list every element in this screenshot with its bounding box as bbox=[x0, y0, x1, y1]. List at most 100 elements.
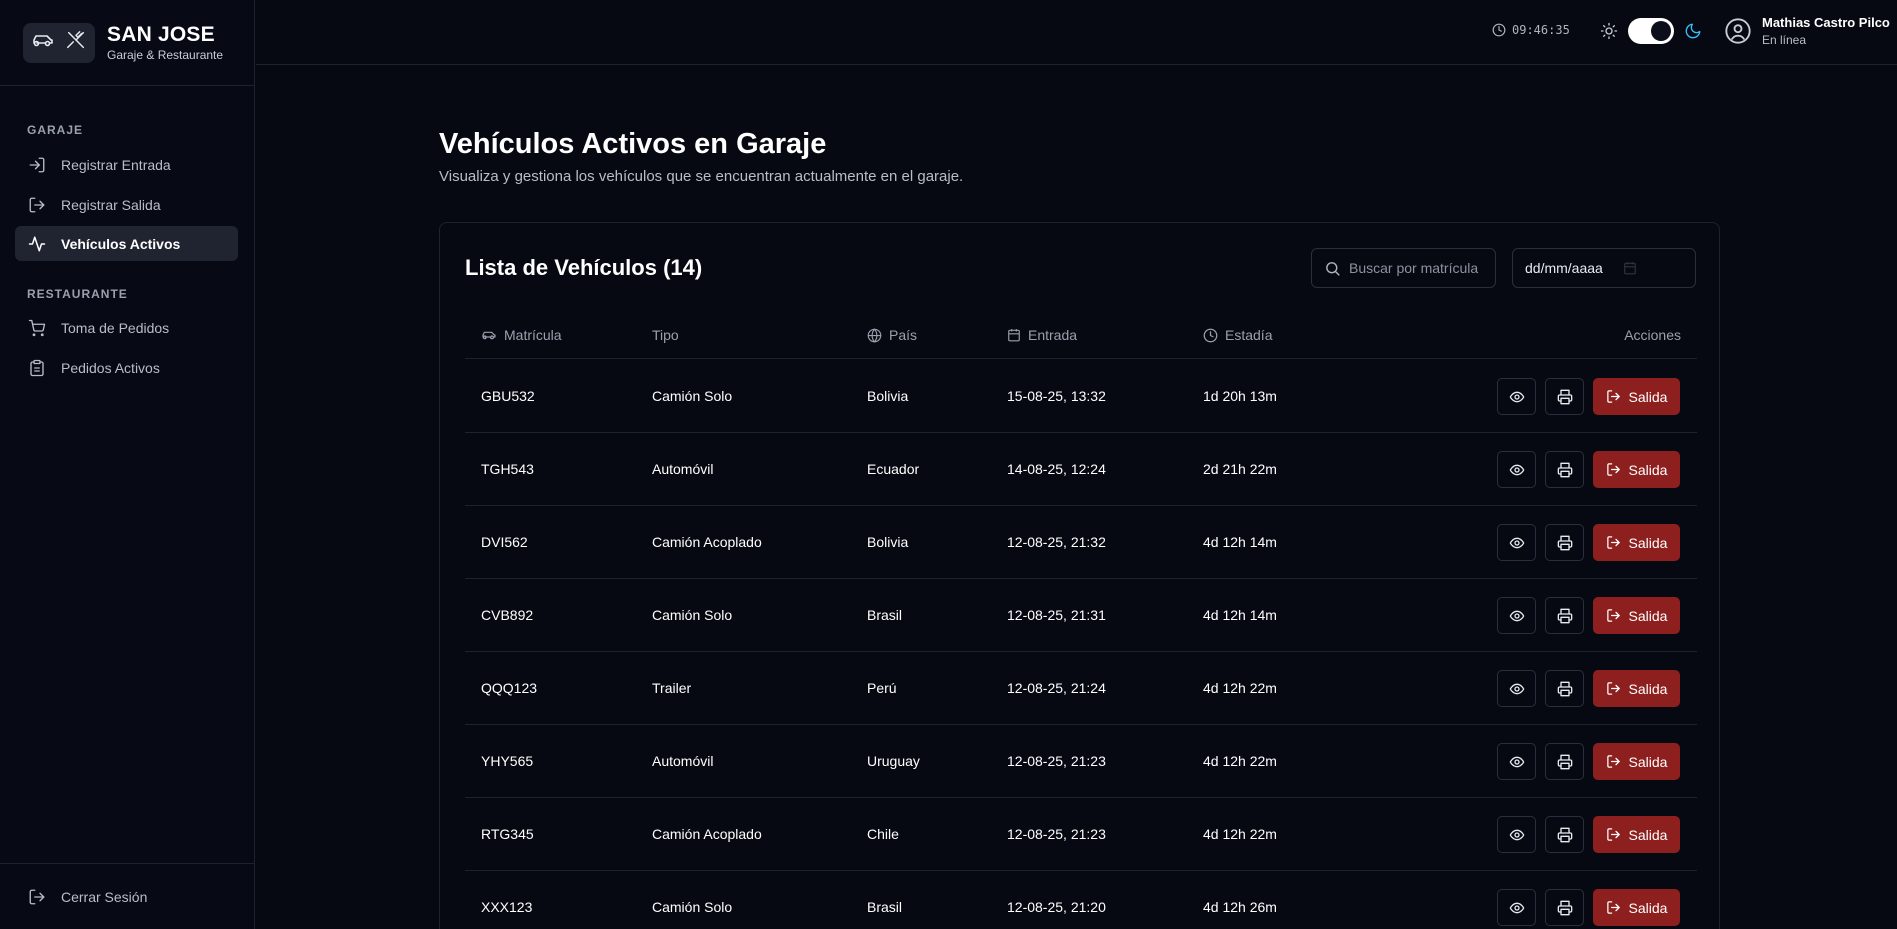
table-row: TGH543 Automóvil Ecuador 14-08-25, 12:24… bbox=[465, 433, 1697, 506]
column-label: Matrícula bbox=[504, 327, 562, 343]
sidebar-item-pedidos-activos[interactable]: Pedidos Activos bbox=[15, 350, 238, 385]
logout-icon bbox=[27, 887, 47, 907]
cell-plate: RTG345 bbox=[481, 826, 534, 842]
date-filter-input[interactable]: dd/mm/aaaa bbox=[1512, 248, 1696, 288]
cell-entry: 12-08-25, 21:23 bbox=[1007, 826, 1106, 842]
cell-entry: 12-08-25, 21:32 bbox=[1007, 534, 1106, 550]
exit-button[interactable]: Salida bbox=[1593, 889, 1680, 926]
column-header-type: Tipo bbox=[652, 327, 679, 343]
eye-icon bbox=[1509, 462, 1525, 478]
view-button[interactable] bbox=[1497, 889, 1536, 926]
print-button[interactable] bbox=[1545, 816, 1584, 853]
logout-icon bbox=[1606, 462, 1621, 477]
print-button[interactable] bbox=[1545, 378, 1584, 415]
cell-type: Camión Acoplado bbox=[652, 826, 762, 842]
page-title: Vehículos Activos en Garaje bbox=[439, 128, 827, 160]
column-label: Estadía bbox=[1225, 327, 1273, 343]
column-header-actions: Acciones bbox=[1624, 327, 1681, 343]
moon-icon bbox=[1684, 22, 1702, 40]
exit-button[interactable]: Salida bbox=[1593, 378, 1680, 415]
clock: 09:46:35 bbox=[1492, 23, 1570, 37]
cell-entry: 12-08-25, 21:20 bbox=[1007, 899, 1106, 915]
column-label: País bbox=[889, 327, 918, 343]
sidebar-item-registrar-salida[interactable]: Registrar Salida bbox=[15, 187, 238, 222]
exit-label: Salida bbox=[1628, 388, 1668, 405]
date-placeholder: dd/mm/aaaa bbox=[1525, 260, 1603, 276]
sidebar-item-label: Vehículos Activos bbox=[61, 235, 181, 252]
printer-icon bbox=[1557, 681, 1573, 697]
print-button[interactable] bbox=[1545, 743, 1584, 780]
user-menu[interactable]: Mathias Castro Pilco En línea bbox=[1724, 15, 1890, 47]
cell-stay: 4d 12h 26m bbox=[1203, 899, 1277, 915]
view-button[interactable] bbox=[1497, 378, 1536, 415]
cell-entry: 12-08-25, 21:23 bbox=[1007, 753, 1106, 769]
brand-title: SAN JOSE bbox=[107, 23, 215, 46]
table-header: Matrícula Tipo País Entrada Estadía Acci… bbox=[465, 315, 1697, 359]
exit-label: Salida bbox=[1628, 753, 1668, 770]
login-icon bbox=[27, 155, 47, 175]
view-button[interactable] bbox=[1497, 816, 1536, 853]
print-button[interactable] bbox=[1545, 597, 1584, 634]
user-name: Mathias Castro Pilco bbox=[1762, 15, 1890, 30]
exit-button[interactable]: Salida bbox=[1593, 743, 1680, 780]
calendar-icon bbox=[1007, 328, 1021, 342]
logout-icon bbox=[1606, 535, 1621, 550]
view-button[interactable] bbox=[1497, 670, 1536, 707]
car-icon bbox=[481, 328, 497, 342]
search-input[interactable] bbox=[1349, 260, 1479, 276]
print-button[interactable] bbox=[1545, 451, 1584, 488]
exit-label: Salida bbox=[1628, 607, 1668, 624]
sun-icon bbox=[1600, 22, 1618, 40]
clipboard-icon bbox=[27, 358, 47, 378]
exit-button[interactable]: Salida bbox=[1593, 597, 1680, 634]
brand: SAN JOSE Garaje & Restaurante bbox=[0, 0, 254, 86]
eye-icon bbox=[1509, 535, 1525, 551]
column-label: Entrada bbox=[1028, 327, 1078, 343]
print-button[interactable] bbox=[1545, 670, 1584, 707]
column-header-stay: Estadía bbox=[1203, 327, 1272, 343]
cell-stay: 2d 21h 22m bbox=[1203, 461, 1277, 477]
column-header-entry: Entrada bbox=[1007, 327, 1077, 343]
print-button[interactable] bbox=[1545, 889, 1584, 926]
exit-label: Salida bbox=[1628, 899, 1668, 916]
sidebar-item-vehiculos-activos[interactable]: Vehículos Activos bbox=[15, 226, 238, 261]
search-box bbox=[1311, 248, 1496, 288]
view-button[interactable] bbox=[1497, 743, 1536, 780]
exit-button[interactable]: Salida bbox=[1593, 524, 1680, 561]
print-button[interactable] bbox=[1545, 524, 1584, 561]
cell-entry: 14-08-25, 12:24 bbox=[1007, 461, 1106, 477]
sidebar-item-label: Registrar Salida bbox=[61, 196, 161, 213]
cell-type: Automóvil bbox=[652, 461, 714, 477]
exit-button[interactable]: Salida bbox=[1593, 816, 1680, 853]
cell-type: Automóvil bbox=[652, 753, 714, 769]
logout-icon bbox=[1606, 681, 1621, 696]
logout-button[interactable]: Cerrar Sesión bbox=[15, 879, 238, 914]
eye-icon bbox=[1509, 681, 1525, 697]
cell-stay: 4d 12h 22m bbox=[1203, 753, 1277, 769]
clock-icon bbox=[1492, 23, 1506, 37]
column-header-plate: Matrícula bbox=[481, 327, 562, 343]
view-button[interactable] bbox=[1497, 597, 1536, 634]
cell-stay: 4d 12h 22m bbox=[1203, 826, 1277, 842]
vehicles-card: Lista de Vehículos (14) dd/mm/aaaa Matrí… bbox=[439, 222, 1720, 929]
sidebar-item-registrar-entrada[interactable]: Registrar Entrada bbox=[15, 147, 238, 182]
utensils-crossed-icon bbox=[65, 29, 87, 56]
cell-country: Bolivia bbox=[867, 388, 909, 404]
toggle-knob bbox=[1651, 21, 1671, 41]
exit-button[interactable]: Salida bbox=[1593, 670, 1680, 707]
column-header-country: País bbox=[867, 327, 917, 343]
view-button[interactable] bbox=[1497, 524, 1536, 561]
exit-label: Salida bbox=[1628, 461, 1668, 478]
cell-plate: GBU532 bbox=[481, 388, 535, 404]
exit-label: Salida bbox=[1628, 534, 1668, 551]
cell-entry: 15-08-25, 13:32 bbox=[1007, 388, 1106, 404]
printer-icon bbox=[1557, 535, 1573, 551]
view-button[interactable] bbox=[1497, 451, 1536, 488]
exit-button[interactable]: Salida bbox=[1593, 451, 1680, 488]
globe-icon bbox=[867, 328, 882, 343]
sidebar-item-toma-de-pedidos[interactable]: Toma de Pedidos bbox=[15, 310, 238, 345]
theme-toggle[interactable] bbox=[1628, 18, 1674, 44]
cell-plate: YHY565 bbox=[481, 753, 534, 769]
eye-icon bbox=[1509, 389, 1525, 405]
sidebar-item-label: Registrar Entrada bbox=[61, 156, 171, 173]
